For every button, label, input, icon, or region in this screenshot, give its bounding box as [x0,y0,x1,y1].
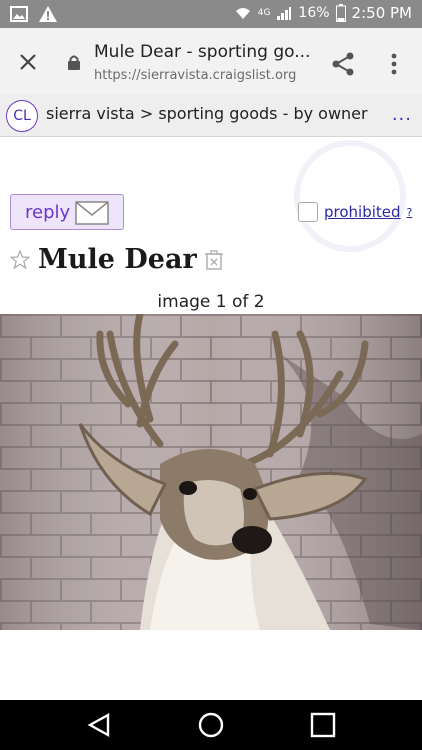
battery-percent: 16% [298,5,330,21]
page-url[interactable]: https://sierravista.craigslist.org [94,68,296,83]
close-tab-button[interactable] [14,48,42,76]
more-menu-button[interactable]: ... [392,104,412,125]
breadcrumb-city[interactable]: sierra vista [46,104,135,123]
star-icon[interactable] [10,249,30,270]
clock: 2:50 PM [351,4,412,22]
image-counter: image 1 of 2 [157,292,265,312]
back-icon[interactable] [84,710,114,740]
flag-prohibited: prohibited ? [298,202,412,222]
prohibited-checkbox[interactable] [298,202,318,222]
android-nav-bar [0,700,422,750]
wifi-icon [235,8,250,19]
posting-photo[interactable] [0,314,422,630]
network-type: 4G [257,8,271,18]
status-left [10,5,58,23]
status-right: 4G 16% 2:50 PM [234,4,412,22]
home-icon[interactable] [196,710,226,740]
posting-title: Mule Dear [38,244,197,275]
watermark-peace-icon [294,140,406,252]
page-title: Mule Dear - sporting go... [94,42,311,62]
reply-label: reply [25,201,71,223]
warning-icon [39,6,57,22]
prohibited-link[interactable]: prohibited [324,203,401,221]
more-vert-icon [391,53,397,75]
gallery-icon [10,6,28,22]
status-bar: 4G 16% 2:50 PM [0,0,422,28]
breadcrumb-sep: > [139,104,154,123]
envelope-icon [75,201,109,225]
reply-button[interactable]: reply [10,194,124,230]
share-icon [332,52,354,76]
lock-icon [68,55,80,70]
share-button[interactable] [330,50,358,78]
craigslist-header: CL sierra vista > sporting goods - by ow… [0,94,422,137]
breadcrumb: sierra vista > sporting goods - by owner [46,104,368,123]
overflow-menu-button[interactable] [382,50,406,78]
battery-icon [335,4,346,22]
craigslist-logo[interactable]: CL [6,100,38,132]
breadcrumb-category[interactable]: sporting goods - by owner [158,104,367,123]
signal-icon [277,7,292,20]
prohibited-help-link[interactable]: ? [407,206,413,219]
posting-title-row: Mule Dear [10,244,223,275]
browser-toolbar: Mule Dear - sporting go... https://sierr… [0,28,422,95]
deer-mount-image [0,314,422,630]
close-icon [20,54,36,70]
recents-icon[interactable] [308,710,338,740]
hide-posting-icon[interactable] [204,249,223,270]
